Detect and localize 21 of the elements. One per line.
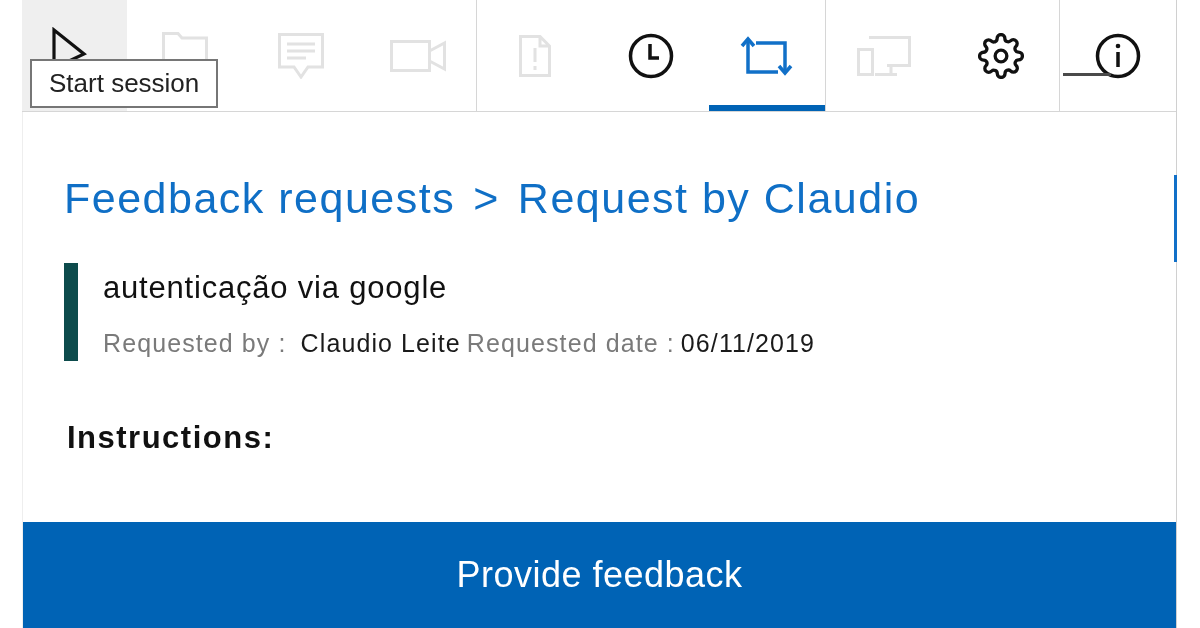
request-date: 06/11/2019 [680,329,816,357]
comment-icon [278,32,325,79]
meta-label: Requested date : [466,329,675,357]
info-icon [1094,32,1141,79]
requester-name: Claudio Leite [300,329,461,357]
breadcrumb-current: Request by Claudio [517,174,921,222]
provide-feedback-button[interactable]: Provide feedback [23,522,1176,628]
instructions-heading: Instructions: [67,422,275,454]
folder-icon [162,30,209,59]
breadcrumb-link[interactable]: Feedback requests [64,174,456,222]
clock-icon [628,32,674,79]
cursor-icon [50,27,87,59]
tooltip: Start session [30,59,219,108]
request-title: autenticação via google [103,271,449,305]
breadcrumb-separator: > [473,174,500,222]
document-exclamation-icon [518,34,551,77]
meta-label: Requested by : [103,329,287,357]
scrollbar-thumb[interactable] [1174,175,1177,262]
settings-icon [977,32,1024,79]
video-camera-icon [389,39,446,72]
monitor-phone-icon [857,35,912,76]
